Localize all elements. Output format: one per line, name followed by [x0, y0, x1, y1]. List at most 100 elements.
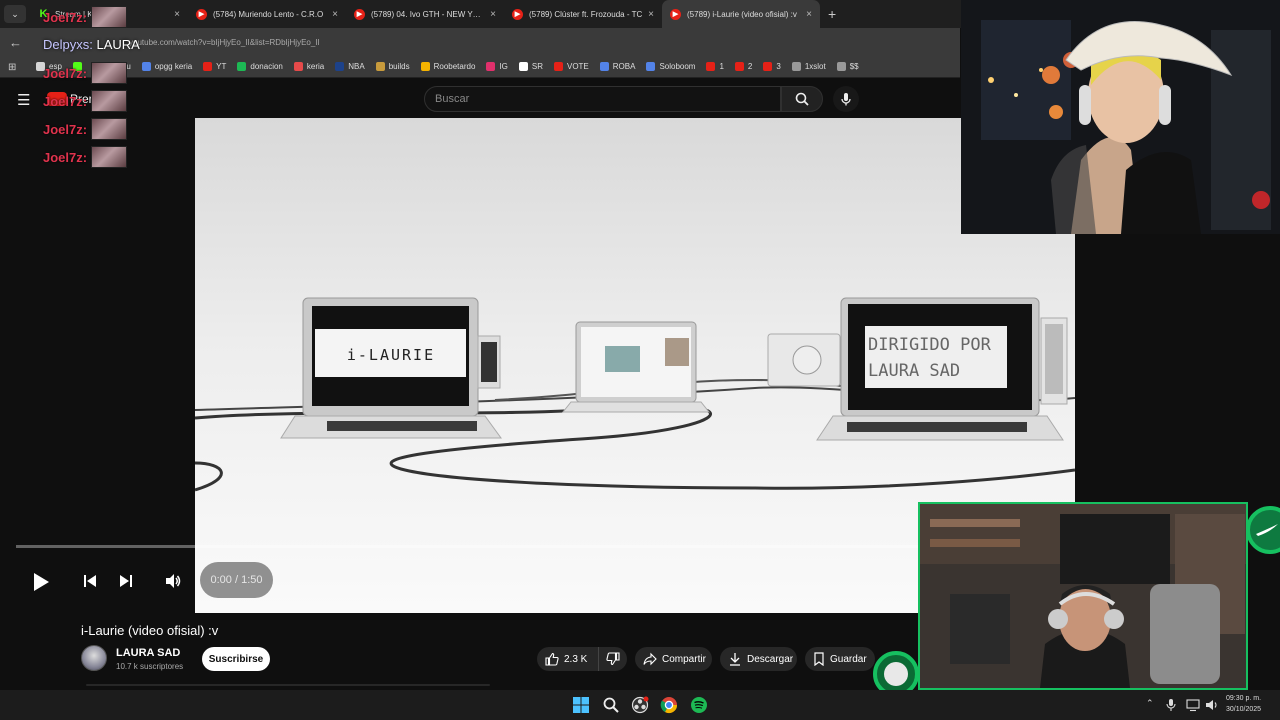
- bookmark-item[interactable]: 1xslot: [791, 62, 826, 71]
- laptop-left: i-LAURIE: [280, 297, 502, 439]
- tab-close-icon[interactable]: ×: [332, 9, 338, 20]
- bookmark-item[interactable]: builds: [375, 62, 410, 71]
- bookmark-item[interactable]: Roobetardo: [420, 62, 476, 71]
- tray-chevron-icon[interactable]: ⌃: [1146, 698, 1154, 709]
- bookmark-item[interactable]: YT: [203, 62, 226, 71]
- divider: [86, 684, 490, 686]
- tab-ivo-gth[interactable]: ▶ (5789) 04. Ivo GTH - NEW YORK ×: [346, 0, 504, 28]
- bookmark-label: builds: [388, 62, 410, 71]
- bookmark-favicon-icon: [486, 62, 496, 71]
- tab-close-icon[interactable]: ×: [490, 9, 496, 20]
- voice-search-button[interactable]: [833, 86, 859, 112]
- bookmark-item[interactable]: keria: [293, 62, 325, 71]
- chat-username: Delpyxs:: [43, 37, 93, 52]
- bookmark-label: SR: [531, 62, 543, 71]
- bookmark-item[interactable]: IG: [486, 62, 508, 71]
- chat-emote-image: [91, 146, 128, 168]
- tab-close-icon[interactable]: ×: [806, 9, 812, 20]
- laptop-screen-text-right-2: LAURA SAD: [868, 361, 960, 381]
- bookmark-item[interactable]: donacion: [237, 62, 283, 71]
- bookmark-label: $$: [849, 62, 859, 71]
- tab-title: (5789) 04. Ivo GTH - NEW YORK: [371, 9, 487, 19]
- bookmark-label: donacion: [250, 62, 283, 71]
- bookmark-item[interactable]: 2: [734, 62, 752, 71]
- like-button[interactable]: 2.3 K: [537, 647, 599, 671]
- bookmark-label: 3: [776, 62, 781, 71]
- bookmark-favicon-icon: [293, 62, 303, 71]
- bookmark-item[interactable]: 3: [763, 62, 781, 71]
- bookmark-item[interactable]: ROBA: [599, 62, 635, 71]
- video-title: i-Laurie (video ofisial) :v: [81, 623, 219, 638]
- tab-title: (5789) i-Laurie (video ofisial) :v: [687, 9, 797, 19]
- bookmark-favicon-icon: [763, 62, 773, 71]
- thumbs-up-icon: [545, 652, 559, 666]
- chrome-icon[interactable]: [660, 696, 678, 714]
- green-chip-decoration-icon: [1246, 506, 1280, 554]
- share-button[interactable]: Compartir: [635, 647, 712, 671]
- subscriber-count: 10.7 k suscriptores: [116, 662, 184, 671]
- youtube-icon: ▶: [512, 8, 523, 20]
- monitor-icon[interactable]: [1186, 698, 1200, 712]
- bookmark-item[interactable]: VOTE: [553, 62, 589, 71]
- channel-name[interactable]: LAURA SAD: [116, 647, 180, 659]
- channel-avatar[interactable]: [81, 645, 107, 671]
- share-label: Compartir: [662, 653, 706, 665]
- bookmark-favicon-icon: [237, 62, 247, 71]
- bookmark-item[interactable]: NBA: [335, 62, 365, 71]
- bookmark-favicon-icon: [375, 62, 385, 71]
- new-tab-button[interactable]: +: [828, 6, 836, 22]
- tab-close-icon[interactable]: ×: [648, 9, 654, 20]
- tab-cluster[interactable]: ▶ (5789) Clúster ft. Frozouda - TC ×: [504, 0, 662, 28]
- download-button[interactable]: Descargar: [720, 647, 797, 671]
- laptop-screen-text-left: i-LAURIE: [347, 346, 435, 364]
- speaker-icon[interactable]: [1205, 698, 1219, 712]
- microphone-icon[interactable]: [1164, 698, 1178, 712]
- windows-start-icon[interactable]: [572, 696, 590, 714]
- play-icon[interactable]: [30, 571, 52, 593]
- bookmark-favicon-icon: [553, 62, 563, 71]
- screen: ⌄ K Stream | Kick × ▶ (5784) Muriendo Le…: [0, 0, 1280, 720]
- spotify-icon[interactable]: [690, 696, 708, 714]
- tab-title: (5784) Muriendo Lento - C.R.O: [213, 9, 324, 19]
- streamer-webcam-main: [961, 0, 1280, 234]
- video-progress-bar[interactable]: [16, 545, 918, 548]
- chat-message: Joel7z:: [43, 6, 128, 28]
- download-icon: [730, 653, 740, 666]
- search-button[interactable]: [781, 86, 823, 112]
- tab-muriendo-lento[interactable]: ▶ (5784) Muriendo Lento - C.R.O ×: [188, 0, 346, 28]
- bookmark-label: keria: [306, 62, 325, 71]
- tab-title: (5789) Clúster ft. Frozouda - TC: [529, 9, 643, 19]
- chat-username: Joel7z:: [43, 9, 88, 25]
- previous-icon[interactable]: [82, 573, 98, 589]
- bookmark-favicon-icon: [335, 62, 345, 71]
- tab-i-laurie[interactable]: ▶ (5789) i-Laurie (video ofisial) :v ×: [662, 0, 820, 28]
- laptop-right: DIRIGIDO POR LAURA SAD: [816, 297, 1064, 441]
- search-icon[interactable]: [602, 696, 620, 714]
- bookmark-label: VOTE: [566, 62, 589, 71]
- taskbar-clock[interactable]: 09:30 p. m. 30/10/2025: [1226, 693, 1261, 715]
- bookmark-item[interactable]: Soloboom: [646, 62, 695, 71]
- bookmark-favicon-icon: [706, 62, 716, 71]
- obs-icon[interactable]: [631, 696, 649, 714]
- bookmark-item[interactable]: 1: [706, 62, 724, 71]
- save-button[interactable]: Guardar: [805, 647, 875, 671]
- left-page-background: [0, 118, 195, 613]
- chat-message: Joel7z:: [43, 118, 128, 140]
- bookmark-favicon-icon: [836, 62, 846, 71]
- chat-username: Joel7z:: [43, 121, 88, 137]
- search-input[interactable]: Buscar: [424, 86, 781, 112]
- chat-username: Joel7z:: [43, 93, 88, 109]
- dislike-button[interactable]: [599, 652, 627, 666]
- bookmark-favicon-icon: [599, 62, 609, 71]
- bookmark-item[interactable]: SR: [518, 62, 543, 71]
- volume-icon[interactable]: [164, 572, 182, 590]
- bookmark-label: Roobetardo: [433, 62, 476, 71]
- chat-text: LAURA: [92, 37, 140, 52]
- bookmark-favicon-icon: [734, 62, 744, 71]
- chat-message-highlight: Delpyxs: LAURA: [43, 37, 140, 52]
- next-icon[interactable]: [118, 573, 134, 589]
- subscribe-button[interactable]: Suscribirse: [202, 647, 270, 671]
- chat-message: Joel7z:: [43, 90, 128, 112]
- bookmark-label: 1: [719, 62, 724, 71]
- bookmark-item[interactable]: $$: [836, 62, 859, 71]
